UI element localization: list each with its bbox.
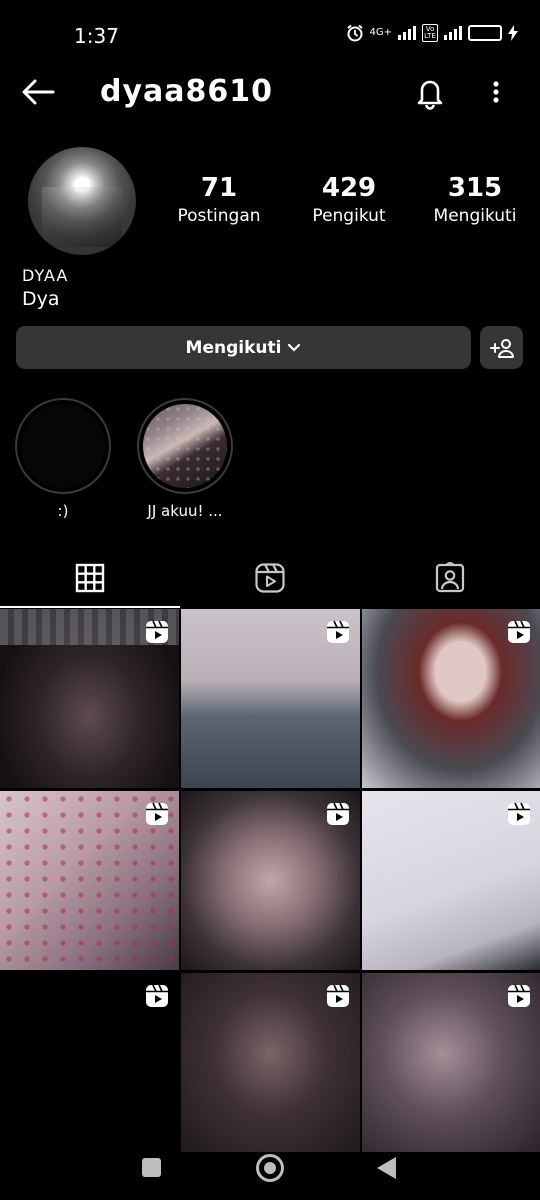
home-circle-icon[interactable]: [256, 1154, 284, 1182]
stat-label: Pengikut: [312, 206, 386, 226]
highlight-label: JJ akuu! ...: [147, 502, 223, 520]
following-button-label: Mengikuti: [185, 337, 282, 358]
story-highlight[interactable]: :): [15, 398, 111, 520]
stat-following[interactable]: 315 Mengikuti: [420, 172, 530, 228]
reel-icon: [508, 984, 530, 1007]
tab-grid[interactable]: [0, 548, 180, 608]
reel-icon: [327, 984, 349, 1007]
post-thumbnail[interactable]: [181, 791, 360, 970]
app-bar: dyaa8610: [0, 70, 540, 114]
post-thumbnail[interactable]: [362, 973, 540, 1152]
stat-followers[interactable]: 429 Pengikut: [300, 172, 398, 228]
tab-reels[interactable]: [180, 548, 360, 608]
battery-level: 61: [486, 27, 500, 39]
posts-grid: [0, 609, 540, 1152]
highlight-cover: [21, 404, 105, 488]
highlight-cover: [143, 404, 227, 488]
chevron-down-icon: [288, 343, 301, 352]
post-thumbnail[interactable]: [362, 609, 540, 788]
network-type: 4G+: [369, 27, 393, 38]
highlight-label: :): [57, 502, 69, 520]
tab-tagged[interactable]: [360, 548, 540, 608]
post-thumbnail[interactable]: [0, 791, 179, 970]
reel-icon: [508, 620, 530, 643]
stat-label: Postingan: [177, 206, 261, 226]
reels-icon: [255, 563, 285, 593]
status-icons: 4G+ Vo LTE 61: [346, 24, 518, 42]
alarm-icon: [346, 24, 363, 42]
system-nav-bar: [0, 1136, 540, 1200]
stat-count: 429: [321, 173, 377, 203]
reel-icon: [327, 620, 349, 643]
reel-icon: [327, 802, 349, 825]
post-thumbnail[interactable]: [181, 973, 360, 1152]
bell-icon[interactable]: [412, 74, 448, 110]
highlight-ring: [15, 398, 111, 494]
more-vertical-icon[interactable]: [482, 76, 510, 108]
suggested-people-button[interactable]: [480, 326, 523, 369]
charging-icon: [508, 25, 518, 41]
profile-stats: 71 Postingan 429 Pengikut 315 Mengikuti: [160, 172, 530, 228]
story-highlight[interactable]: JJ akuu! ...: [137, 398, 233, 520]
post-thumbnail[interactable]: [362, 791, 540, 970]
following-button[interactable]: Mengikuti: [16, 326, 471, 369]
recents-square-icon[interactable]: [142, 1158, 161, 1177]
display-name: DYAA: [22, 266, 69, 285]
volte-badge: Vo LTE: [422, 24, 438, 42]
reel-icon: [146, 984, 168, 1007]
grid-icon: [75, 563, 105, 593]
profile-avatar[interactable]: [28, 147, 136, 255]
stat-label: Mengikuti: [433, 206, 517, 226]
signal-icon-2: [444, 26, 462, 40]
stat-count: 315: [447, 173, 503, 203]
profile-tabs: [0, 548, 540, 608]
battery-icon: 61: [468, 25, 502, 41]
bio-text: Dya: [22, 288, 60, 310]
post-thumbnail[interactable]: [181, 609, 360, 788]
status-time: 1:37: [74, 24, 119, 48]
stat-count: 71: [200, 173, 238, 203]
reel-icon: [146, 620, 168, 643]
reel-icon: [508, 802, 530, 825]
add-person-icon: [489, 338, 514, 358]
post-thumbnail[interactable]: [0, 609, 179, 788]
status-bar: 1:37 4G+ Vo LTE 61: [0, 0, 540, 70]
post-thumbnail[interactable]: [0, 973, 179, 1152]
signal-icon: [398, 26, 416, 40]
back-arrow-icon[interactable]: [20, 76, 56, 108]
profile-username: dyaa8610: [100, 74, 274, 109]
highlight-ring: [137, 398, 233, 494]
tagged-icon: [435, 562, 465, 593]
back-triangle-icon[interactable]: [377, 1157, 396, 1179]
stat-posts[interactable]: 71 Postingan: [160, 172, 278, 228]
reel-icon: [146, 802, 168, 825]
